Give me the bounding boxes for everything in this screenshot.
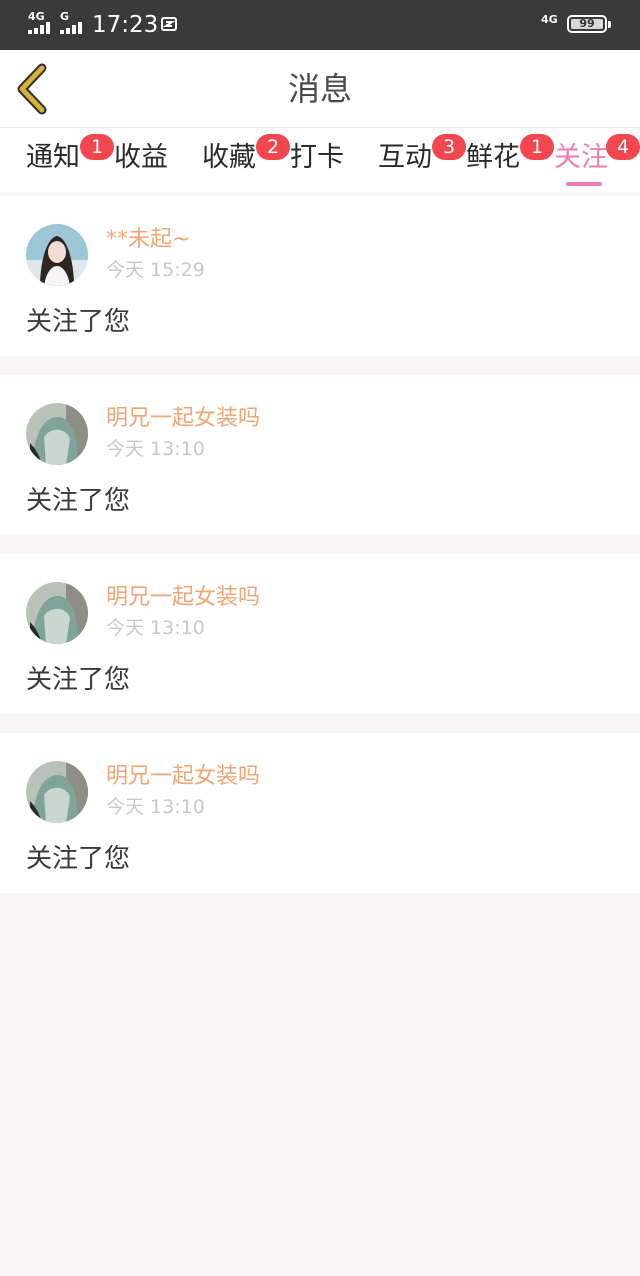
tab-follows[interactable]: 关注 4 (554, 134, 640, 186)
timestamp: 今天 13:10 (106, 617, 205, 639)
tab-bar: 通知 1 收益 收藏 2 打卡 互动 3 鲜花 1 关注 4 (0, 128, 640, 192)
avatar[interactable] (26, 582, 88, 644)
list-item[interactable]: 明兄一起女装吗 今天 13:10 关注了您 (0, 375, 640, 535)
message-text: 关注了您 (26, 665, 131, 695)
tab-badge: 1 (520, 134, 554, 160)
tab-check-in[interactable]: 打卡 (290, 142, 360, 186)
message-text: 关注了您 (26, 486, 131, 516)
notification-icon (161, 17, 177, 31)
list-item[interactable]: 明兄一起女装吗 今天 13:10 关注了您 (0, 733, 640, 893)
user-avatar-image (26, 224, 88, 286)
user-avatar-image (26, 761, 88, 823)
sender-name[interactable]: 明兄一起女装吗 (106, 763, 260, 791)
header: 消息 (0, 50, 640, 128)
status-bar: 4G G 17:23 4G 99 (0, 0, 640, 50)
sender-name[interactable]: 明兄一起女装吗 (106, 584, 260, 612)
sender-name[interactable]: 明兄一起女装吗 (106, 405, 260, 433)
tab-label: 互动 (378, 142, 432, 173)
network-type-label: 4G (28, 10, 45, 23)
tab-label: 关注 (554, 142, 608, 173)
tab-favorites[interactable]: 收藏 2 (202, 134, 290, 186)
page: 4G G 17:23 4G 99 消息 通知 1 收益 收藏 2 打卡 互动 3… (0, 0, 640, 1276)
user-avatar-image (26, 582, 88, 644)
tab-interactions[interactable]: 互动 3 (378, 134, 466, 186)
user-avatar-image (26, 403, 88, 465)
page-title: 消息 (287, 70, 352, 108)
message-text: 关注了您 (26, 844, 131, 874)
battery-icon: 99 (567, 15, 607, 33)
tab-label: 收益 (114, 142, 168, 173)
tab-badge: 3 (432, 134, 466, 160)
sender-name[interactable]: **未起~ (106, 226, 190, 254)
avatar[interactable] (26, 403, 88, 465)
active-tab-indicator (566, 182, 602, 186)
battery-tip (608, 21, 611, 28)
message-text: 关注了您 (26, 307, 131, 337)
avatar[interactable] (26, 761, 88, 823)
timestamp: 今天 13:10 (106, 796, 205, 818)
timestamp: 今天 13:10 (106, 438, 205, 460)
clock: 17:23 (92, 12, 159, 38)
signal-strength-icon (60, 22, 88, 34)
network-type-label: G (60, 10, 70, 23)
battery-level: 99 (579, 17, 595, 30)
tab-notifications[interactable]: 通知 1 (26, 134, 114, 186)
tab-label: 鲜花 (466, 142, 520, 173)
list-item[interactable]: 明兄一起女装吗 今天 13:10 关注了您 (0, 554, 640, 714)
tab-earnings[interactable]: 收益 (114, 142, 184, 186)
tab-flowers[interactable]: 鲜花 1 (466, 134, 554, 186)
list-item[interactable]: **未起~ 今天 15:29 关注了您 (0, 196, 640, 356)
signal-strength-icon (28, 22, 56, 34)
network-type-label: 4G (541, 13, 558, 26)
tab-badge: 4 (606, 134, 640, 160)
avatar[interactable] (26, 224, 88, 286)
tab-badge: 1 (80, 134, 114, 160)
timestamp: 今天 15:29 (106, 259, 205, 281)
tab-badge: 2 (256, 134, 290, 160)
tab-label: 打卡 (290, 142, 344, 173)
tab-label: 收藏 (202, 142, 256, 173)
tab-label: 通知 (26, 142, 80, 173)
